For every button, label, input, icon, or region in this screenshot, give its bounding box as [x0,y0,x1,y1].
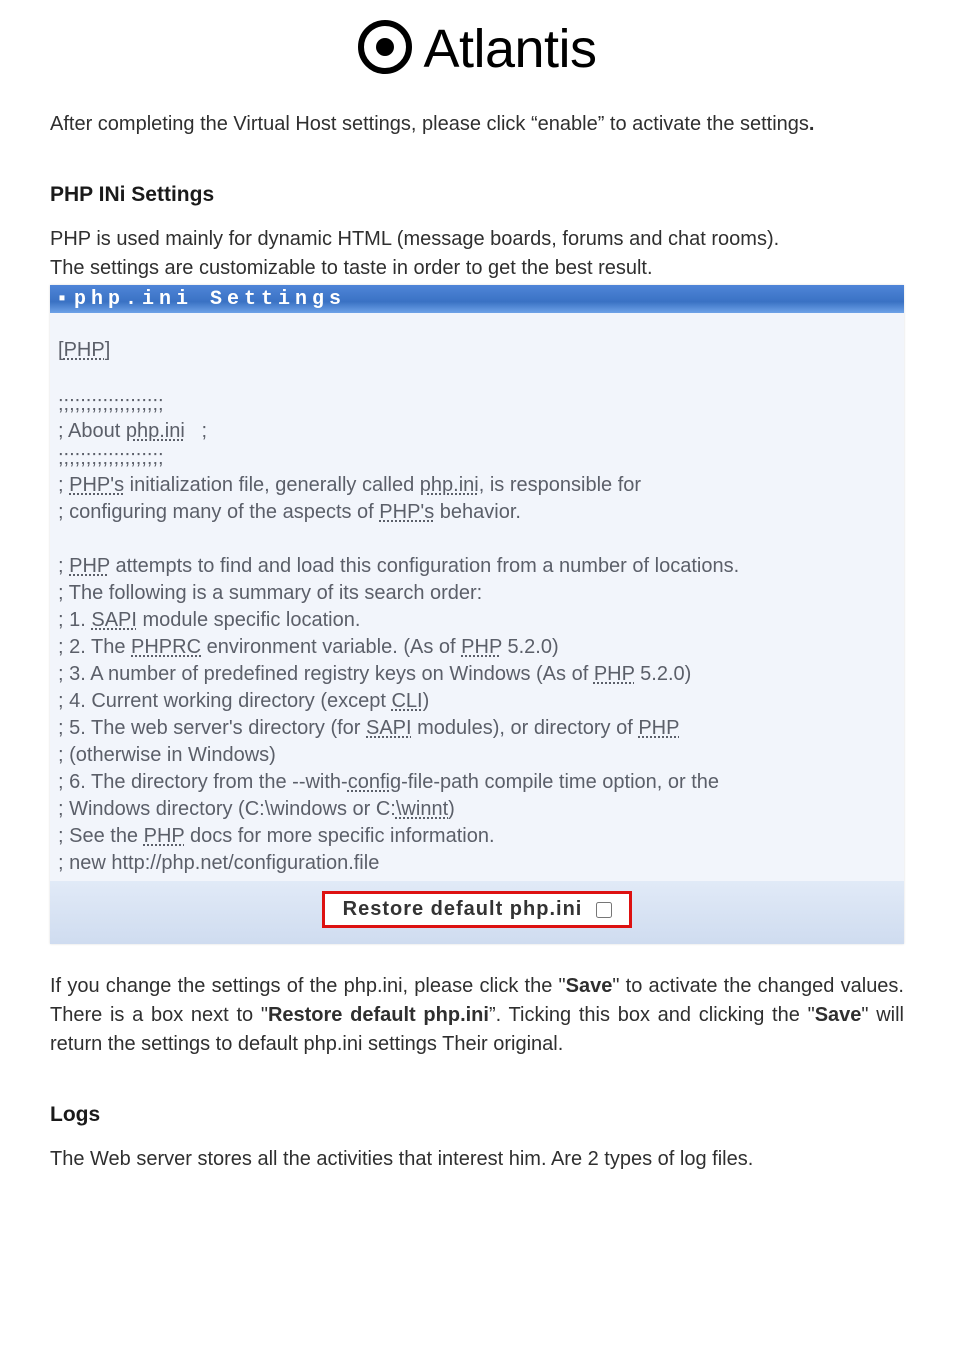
code-s3a: ; 3. A number of predefined registry key… [58,663,594,685]
brand-logo: Atlantis [357,18,596,80]
code-s2-phprc: PHPRC [131,636,201,658]
code-about-phpini: php.ini [126,420,185,442]
code-s6a: ; 6. The directory from the --with- [58,771,348,793]
restore-default-label: Restore default php.ini [343,898,583,921]
code-about1: ; About [58,420,126,442]
code-p1e: behavior. [434,501,521,523]
php-ini-heading: PHP INi Settings [50,183,904,207]
intro-paragraph: After completing the Virtual Host settin… [50,110,904,139]
code-s6c: ; Windows directory (C:\windows or C: [58,798,396,820]
code-s6-config: config [348,771,401,793]
code-s2a: ; 2. The [58,636,131,658]
code-s8: ; new http://php.net/configuration.file [58,852,379,874]
phpini-panel-footer: Restore default php.ini [50,881,904,944]
brand-name: Atlantis [423,18,596,80]
phpini-panel-header: ▪ php.ini Settings [50,285,904,313]
logs-heading: Logs [50,1103,904,1127]
pp-save1: Save [566,975,613,997]
intro-quoted: “enable” [531,113,604,135]
code-s5-php: PHP [638,717,679,739]
code-p1d: ; configuring many of the aspects of [58,501,379,523]
code-s6-winnt: \winnt [396,798,448,820]
code-s5c: ; (otherwise in Windows) [58,744,276,766]
php-desc-line1: PHP is used mainly for dynamic HTML (mes… [50,228,779,250]
code-php-section: PHP [64,339,105,361]
code-s6d: ) [448,798,455,820]
code-p2-php: PHP [69,555,110,577]
intro-period: . [809,113,815,135]
code-s7-php: PHP [144,825,185,847]
restore-default-box: Restore default php.ini [322,891,633,928]
intro-text-2: to activate the settings [604,113,809,135]
code-s4a: ; 4. Current working directory (except [58,690,391,712]
phpini-panel: ▪ php.ini Settings [PHP] ;;;;;;;;;;;;;;;;… [50,285,904,944]
code-sep2: ;;;;;;;;;;;;;;;;;;; [58,447,164,469]
code-p2b: attempts to find and load this configura… [110,555,739,577]
logo-section: Atlantis [50,0,904,110]
code-s4b: ) [423,690,430,712]
document-page: Atlantis After completing the Virtual Ho… [0,0,954,1240]
code-p2a: ; [58,555,69,577]
pp-t3: ”. Ticking this box and clicking the " [489,1004,815,1026]
code-s1b: module specific location. [137,609,360,631]
code-p1a: ; [58,474,69,496]
code-p1-phps2: PHP's [379,501,434,523]
code-s1-sapi: SAPI [91,609,137,631]
code-s5a: ; 5. The web server's directory (for [58,717,366,739]
panel-title-text: php.ini Settings [74,288,346,311]
code-s6b: -file-path compile time option, or the [401,771,719,793]
pp-save2: Save [815,1004,862,1026]
code-s7a: ; See the [58,825,144,847]
code-s1a: ; 1. [58,609,91,631]
phpini-code-block: [PHP] ;;;;;;;;;;;;;;;;;;; ; About php.in… [58,337,896,877]
logs-paragraph: The Web server stores all the activities… [50,1145,904,1174]
code-s2-php: PHP [461,636,502,658]
code-about2: ; [185,420,207,442]
code-s7b: docs for more specific information. [184,825,494,847]
bullet-icon: ▪ [56,288,68,311]
code-sep1: ;;;;;;;;;;;;;;;;;;; [58,393,164,415]
code-s5-sapi: SAPI [366,717,412,739]
target-icon [357,19,413,80]
code-s3b: 5.2.0) [635,663,692,685]
code-p1c: , is responsible for [479,474,641,496]
code-s2c: 5.2.0) [502,636,559,658]
code-s5b: modules), or directory of [412,717,639,739]
code-p2c: ; The following is a summary of its sear… [58,582,482,604]
pp-t1: If you change the settings of the php.in… [50,975,566,997]
restore-default-checkbox[interactable] [596,902,612,918]
code-s2b: environment variable. (As of [201,636,461,658]
code-p1b: initialization file, generally called [124,474,420,496]
code-bracket-close: ] [105,339,111,361]
post-panel-paragraph: If you change the settings of the php.in… [50,972,904,1059]
pp-restore: Restore default php.ini [268,1004,489,1026]
phpini-panel-body: [PHP] ;;;;;;;;;;;;;;;;;;; ; About php.in… [50,313,904,881]
intro-text-1: After completing the Virtual Host settin… [50,113,531,135]
code-p1-phps: PHP's [69,474,124,496]
code-s4-cli: CLI [391,690,422,712]
code-s3-php: PHP [594,663,635,685]
code-p1-phpini: php.ini [420,474,479,496]
php-ini-description: PHP is used mainly for dynamic HTML (mes… [50,225,904,283]
php-desc-line2: The settings are customizable to taste i… [50,257,653,279]
